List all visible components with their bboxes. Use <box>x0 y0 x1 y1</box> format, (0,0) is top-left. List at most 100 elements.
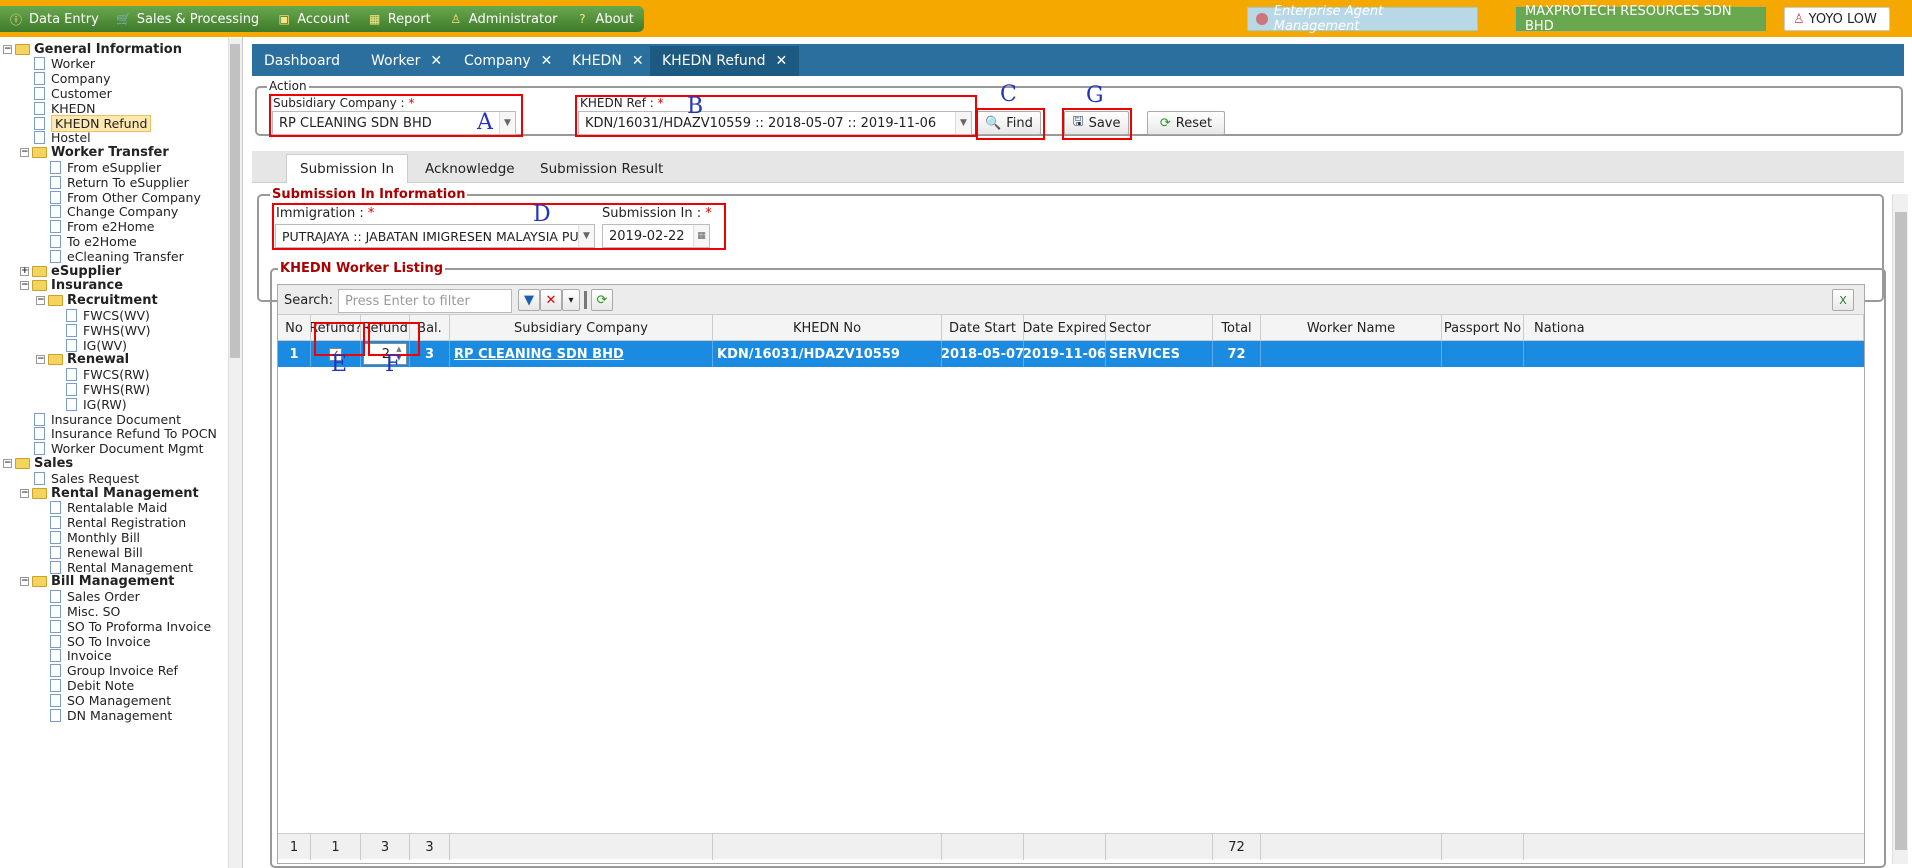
refresh-icon: ⟳ <box>1159 115 1171 131</box>
cell-date-start: 2018-05-07 <box>942 341 1024 367</box>
footer-count: 1 <box>278 834 311 860</box>
help-icon: ? <box>579 12 586 26</box>
user-menu[interactable]: ♙ YOYO LOW <box>1784 7 1890 31</box>
table-row[interactable]: 1 ✓ 2 ▲ ▼ 3 RP CLEANING SDN BHD KDN/16031/… <box>278 341 1864 367</box>
menu-administrator[interactable]: ♙ Administrator <box>449 12 557 27</box>
main-menu: ⓘ Data Entry 🛒 Sales & Processing ▣ Account… <box>0 6 644 32</box>
document-icon <box>34 72 45 86</box>
footer-blank <box>942 834 1024 860</box>
grid-header: No Refund? Refund Bal. Subsidiary Compan… <box>278 315 1864 341</box>
footer-blank <box>1024 834 1106 860</box>
subtab-acknowledge[interactable]: Acknowledge <box>412 154 528 183</box>
col-date-start[interactable]: Date Start <box>942 315 1024 341</box>
document-icon <box>66 308 77 322</box>
document-icon <box>50 664 61 678</box>
col-nationality[interactable]: Nationa <box>1524 315 1864 341</box>
company-badge[interactable]: MAXPROTECH RESOURCES SDN BHD <box>1516 4 1766 34</box>
annotation-box-e <box>314 322 365 356</box>
document-icon <box>34 131 45 145</box>
close-icon[interactable]: ✕ <box>776 53 788 69</box>
folder-icon <box>32 265 47 277</box>
annotation-box-c <box>976 108 1045 140</box>
expand-icon[interactable]: + <box>20 266 29 276</box>
clear-filter-icon[interactable]: ✕ <box>540 289 562 311</box>
close-icon[interactable]: ✕ <box>632 53 644 69</box>
grid-toolbar: Search: Press Enter to filter ▼ ✕ ▾ ⟳ X <box>278 285 1864 315</box>
globe-icon <box>1256 13 1268 25</box>
document-icon <box>50 160 61 174</box>
menu-account[interactable]: ▣ Account <box>277 12 350 27</box>
document-icon <box>50 530 61 544</box>
document-icon <box>66 382 77 396</box>
document-icon <box>50 545 61 559</box>
folder-icon <box>48 295 63 307</box>
action-legend: Action <box>267 79 309 93</box>
sidebar-scroll-thumb[interactable] <box>230 44 240 358</box>
menu-report[interactable]: ▦ Report <box>368 12 431 27</box>
reset-button[interactable]: ⟳ Reset <box>1147 111 1225 135</box>
listing-legend: KHEDN Worker Listing <box>278 261 446 276</box>
document-icon <box>50 619 61 633</box>
cart-icon: 🛒 <box>116 12 132 26</box>
col-passport-no[interactable]: Passport No <box>1442 315 1524 341</box>
annotation-box-f <box>368 322 420 356</box>
tab-company[interactable]: Company ✕ <box>452 46 564 76</box>
document-icon <box>50 175 61 189</box>
content-scrollbar[interactable] <box>1892 194 1908 864</box>
annotation-label-e: E <box>331 352 348 377</box>
document-icon <box>50 678 61 692</box>
collapse-icon[interactable]: − <box>20 488 29 498</box>
footer-blank <box>450 834 713 860</box>
menu-about[interactable]: ? About <box>575 12 634 27</box>
close-icon[interactable]: ✕ <box>430 53 442 69</box>
filter-dropdown-icon[interactable]: ▾ <box>562 289 580 311</box>
footer-refund: 3 <box>361 834 410 860</box>
document-icon <box>50 590 61 604</box>
annotation-label-g: G <box>1086 83 1104 108</box>
footer-total: 72 <box>1213 834 1261 860</box>
sidebar-item-label: Worker Document Mgmt <box>51 441 204 457</box>
excel-export-icon[interactable]: X <box>1832 289 1854 311</box>
collapse-icon[interactable]: − <box>36 296 45 306</box>
document-icon <box>50 190 61 204</box>
tab-khedn[interactable]: KHEDN ✕ <box>560 46 656 76</box>
content-scroll-thumb[interactable] <box>1895 212 1907 850</box>
collapse-icon[interactable]: − <box>3 44 12 54</box>
cell-sector: SERVICES <box>1106 341 1213 367</box>
col-date-expired[interactable]: Date Expired <box>1024 315 1106 341</box>
annotation-label-a: A <box>477 110 493 135</box>
sidebar-item[interactable]: DN Management <box>50 706 172 724</box>
collapse-icon[interactable]: − <box>3 458 12 468</box>
collapse-icon[interactable]: − <box>36 355 45 365</box>
admin-icon: ♙ <box>450 12 462 26</box>
col-subsidiary-company[interactable]: Subsidiary Company <box>450 315 713 341</box>
refresh-icon[interactable]: ⟳ <box>591 289 613 311</box>
subtab-submission-result[interactable]: Submission Result <box>527 154 676 183</box>
col-total[interactable]: Total <box>1213 315 1261 341</box>
filter-icon[interactable]: ▼ <box>518 289 540 311</box>
subtab-submission-in[interactable]: Submission In <box>286 154 409 183</box>
menu-sales-processing[interactable]: 🛒 Sales & Processing <box>116 12 259 27</box>
enterprise-agent-management-button[interactable]: Enterprise Agent Management <box>1247 4 1478 34</box>
document-icon <box>50 634 61 648</box>
tab-dashboard[interactable]: Dashboard <box>252 46 352 76</box>
col-no[interactable]: No <box>278 315 311 341</box>
collapse-icon[interactable]: − <box>20 577 29 587</box>
close-icon[interactable]: ✕ <box>541 53 553 69</box>
sub-tab-bar: Submission In Acknowledge Submission Res… <box>252 151 1904 183</box>
menu-data-entry[interactable]: ⓘ Data Entry <box>9 12 99 27</box>
search-input[interactable]: Press Enter to filter <box>338 289 512 313</box>
tab-khedn-refund[interactable]: KHEDN Refund ✕ <box>650 46 800 76</box>
tab-bar: Dashboard Worker ✕ Company ✕ KHEDN ✕ KHEDN … <box>252 44 1904 76</box>
col-worker-name[interactable]: Worker Name <box>1261 315 1442 341</box>
company-link[interactable]: RP CLEANING SDN BHD <box>450 341 713 367</box>
collapse-icon[interactable]: − <box>20 148 29 158</box>
tab-worker[interactable]: Worker ✕ <box>359 46 454 76</box>
document-icon <box>50 220 61 234</box>
col-khedn-no[interactable]: KHEDN No <box>713 315 942 341</box>
collapse-icon[interactable]: − <box>20 281 29 291</box>
info-icon: ⓘ <box>9 12 22 27</box>
annotation-box-g <box>1062 108 1132 140</box>
col-sector[interactable]: Sector <box>1106 315 1213 341</box>
annotation-label-f: F <box>385 352 401 377</box>
